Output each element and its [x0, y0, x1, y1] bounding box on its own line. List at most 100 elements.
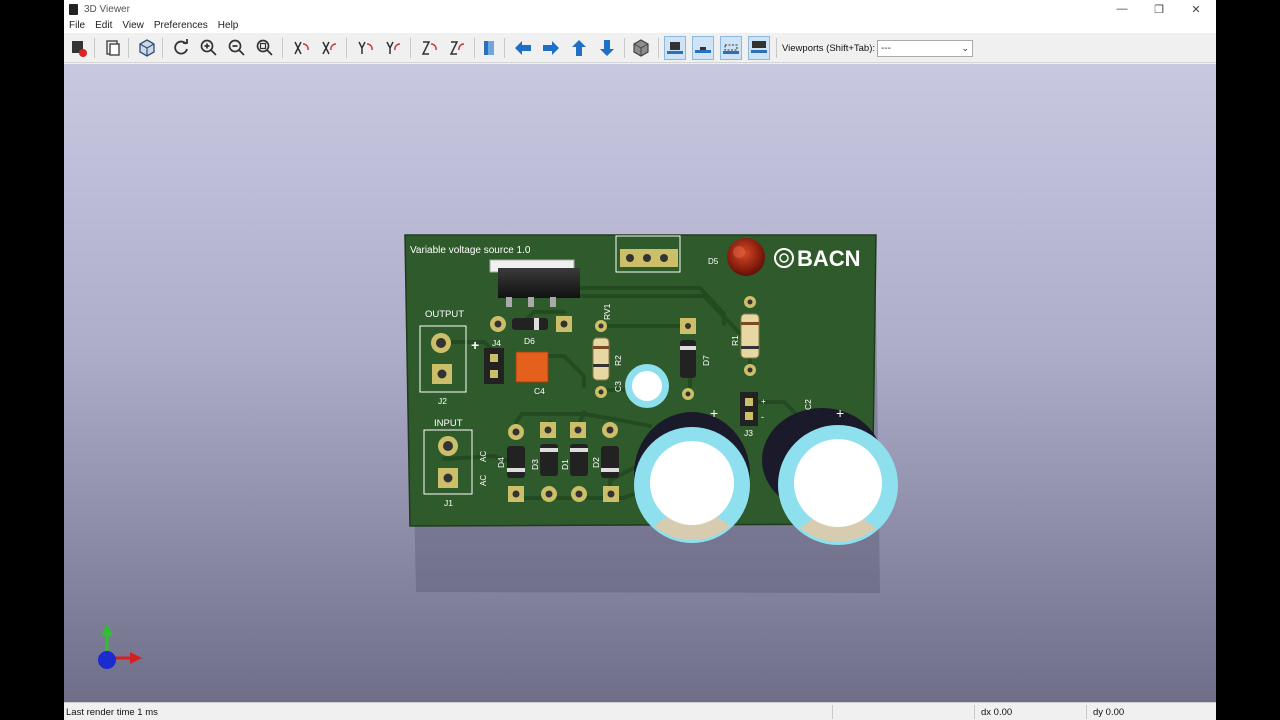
ac-label-1: AC — [479, 451, 488, 462]
close-button[interactable]: ✕ — [1178, 0, 1214, 18]
axis-gizmo — [98, 624, 142, 669]
app-window: 3D Viewer — ❐ ✕ File Edit View Preferenc… — [64, 0, 1216, 720]
rotate-y-ccw-button[interactable] — [382, 36, 404, 60]
c4-label: C4 — [534, 386, 545, 396]
move-up-button[interactable] — [568, 36, 590, 60]
rv1-label: RV1 — [602, 303, 612, 320]
rotate-z-cw-button[interactable] — [418, 36, 440, 60]
reload-button[interactable] — [170, 36, 192, 60]
rotate-y-icon — [386, 41, 401, 54]
arrow-down-icon — [600, 40, 614, 56]
j3-minus-label: - — [761, 412, 764, 422]
virtual-component-icon — [723, 44, 739, 54]
j4-plus-label: + — [471, 337, 479, 353]
window-title: 3D Viewer — [84, 3, 130, 15]
rotate-z-ccw-button[interactable] — [446, 36, 468, 60]
copy-image-button[interactable] — [102, 36, 124, 60]
viewports-label: Viewports (Shift+Tab): — [782, 43, 876, 54]
rotate-x-ccw-button[interactable] — [318, 36, 340, 60]
d7-label: D7 — [701, 355, 711, 366]
dy-readout: dy 0.00 — [1093, 707, 1125, 718]
output-label: OUTPUT — [425, 309, 464, 320]
ac-label-2: AC — [479, 475, 488, 486]
arrow-up-icon — [572, 40, 586, 56]
rotate-y-icon — [358, 41, 373, 54]
restore-button[interactable]: ❐ — [1141, 0, 1177, 18]
show-virtual-button[interactable] — [720, 36, 742, 60]
zoom-fit-icon — [256, 39, 273, 56]
j4-label: J4 — [492, 338, 501, 348]
rotate-z-icon — [449, 41, 465, 55]
rotate-x-cw-button[interactable] — [290, 36, 312, 60]
arrow-right-icon — [543, 41, 559, 55]
move-right-button[interactable] — [540, 36, 562, 60]
toolbar: Viewports (Shift+Tab): --- ⌄ — [64, 33, 1216, 63]
copy-icon — [106, 40, 120, 56]
input-label: INPUT — [434, 418, 463, 429]
d2-label: D2 — [591, 457, 601, 468]
show-tht-button[interactable] — [664, 36, 686, 60]
d1-label: D1 — [560, 459, 570, 470]
refresh-icon — [174, 39, 188, 55]
orthographic-button[interactable] — [630, 36, 652, 60]
board-title: Variable voltage source 1.0 — [410, 245, 531, 256]
render-time-text: Last render time 1 ms — [66, 707, 158, 718]
j2-label: J2 — [438, 396, 447, 406]
menu-file[interactable]: File — [64, 20, 90, 31]
smd-component-icon — [695, 47, 711, 53]
d5-label: D5 — [708, 257, 719, 266]
zoom-fit-button[interactable] — [254, 36, 276, 60]
restore-icon: ❐ — [1154, 3, 1164, 16]
rotate-x-icon — [294, 41, 309, 55]
move-left-button[interactable] — [512, 36, 534, 60]
render-options-button[interactable] — [68, 36, 90, 60]
menu-help[interactable]: Help — [213, 20, 244, 31]
c2-label: C2 — [803, 399, 813, 410]
j3-label: J3 — [744, 428, 753, 438]
move-down-button[interactable] — [596, 36, 618, 60]
c1-plus-label: + — [710, 405, 718, 421]
d4-label: D4 — [496, 457, 506, 468]
ortho-cube-icon — [633, 39, 649, 57]
d6-label: D6 — [524, 336, 535, 346]
show-not-in-posfile-button[interactable] — [748, 36, 770, 60]
rotate-z-icon — [421, 41, 437, 55]
rotate-x-icon — [322, 41, 337, 55]
zoom-in-icon — [200, 39, 217, 56]
c3-label: C3 — [613, 381, 623, 392]
zoom-out-button[interactable] — [226, 36, 248, 60]
render-options-icon — [72, 41, 87, 57]
minimize-button[interactable]: — — [1104, 0, 1140, 18]
viewports-select[interactable]: --- ⌄ — [877, 40, 973, 57]
arrow-left-icon — [515, 41, 531, 55]
menu-view[interactable]: View — [117, 20, 149, 31]
menu-bar: File Edit View Preferences Help — [64, 18, 1216, 33]
zoom-in-button[interactable] — [198, 36, 220, 60]
chevron-down-icon: ⌄ — [961, 43, 969, 53]
rotate-y-cw-button[interactable] — [354, 36, 376, 60]
zoom-out-icon — [228, 39, 245, 56]
r1-label: R1 — [730, 335, 740, 346]
flip-board-icon — [484, 41, 494, 55]
cube-3d-icon — [139, 39, 155, 57]
menu-edit[interactable]: Edit — [90, 20, 117, 31]
c2-plus-label: + — [836, 405, 844, 421]
r2-label: R2 — [613, 355, 623, 366]
show-smd-button[interactable] — [692, 36, 714, 60]
viewports-value: --- — [881, 43, 891, 54]
3d-viewport[interactable]: Variable voltage source 1.0 OUTPUT INPUT… — [64, 64, 1216, 702]
j3-plus-label: + — [761, 397, 766, 406]
menu-preferences[interactable]: Preferences — [149, 20, 213, 31]
pcb-3d-render[interactable]: Variable voltage source 1.0 OUTPUT INPUT… — [64, 64, 1216, 702]
minimize-icon: — — [1116, 3, 1128, 15]
tht-component-icon — [667, 42, 683, 54]
dx-readout: dx 0.00 — [981, 707, 1013, 718]
logo-text: BACN — [797, 246, 861, 271]
raytracing-button[interactable] — [136, 36, 158, 60]
flip-board-button[interactable] — [478, 36, 500, 60]
status-bar: Last render time 1 ms dx 0.00 dy 0.00 — [64, 702, 1216, 720]
title-bar: 3D Viewer — ❐ ✕ — [64, 0, 1216, 18]
d3-label: D3 — [530, 459, 540, 470]
not-in-posfile-icon — [751, 41, 767, 53]
app-icon — [69, 3, 78, 15]
